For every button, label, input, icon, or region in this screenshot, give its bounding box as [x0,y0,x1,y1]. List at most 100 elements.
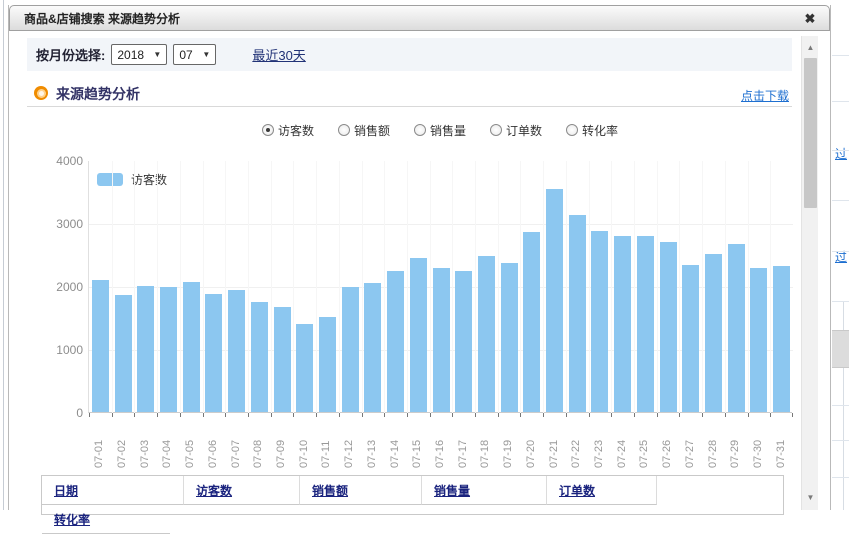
table-header-cell: 转化率 [42,505,170,534]
bar-07-14[interactable] [387,271,404,412]
bar-07-27[interactable] [682,265,699,412]
year-select[interactable]: 2018 ▼ [111,44,167,65]
x-tick [362,413,363,417]
bar-07-21[interactable] [546,189,563,412]
x-tick [316,413,317,417]
bar-07-24[interactable] [614,236,631,412]
x-tick-label: 07-02 [116,424,128,468]
scrollbar-thumb[interactable] [804,58,817,208]
bar-07-19[interactable] [501,263,518,412]
x-tick-label: 07-10 [298,424,310,468]
x-tick-label: 07-12 [343,424,355,468]
scrollbar-up-icon[interactable]: ▲ [802,40,819,56]
month-select[interactable]: 07 ▼ [173,44,216,65]
x-tick-label: 07-17 [457,424,469,468]
bar-07-10[interactable] [296,324,313,412]
v-gridline [384,161,385,413]
x-tick-label: 07-23 [593,424,605,468]
v-gridline [589,161,590,413]
scrollbar-down-icon[interactable]: ▼ [802,490,819,506]
section-bullet-icon [34,86,48,100]
x-axis: 07-0107-0207-0307-0407-0507-0607-0707-08… [88,421,792,471]
recent-30-days-link[interactable]: 最近30天 [252,45,305,64]
radio-icon[interactable] [566,124,578,136]
dialog-titlebar: 商品&店铺搜索 来源趋势分析 ✖ [9,5,830,31]
plot-area: 访客数 [88,161,792,413]
bar-07-11[interactable] [319,317,336,412]
x-tick-label: 07-27 [684,424,696,468]
bar-07-06[interactable] [205,294,222,412]
bar-07-26[interactable] [660,242,677,412]
x-tick-label: 07-11 [320,424,332,468]
metric-radio-销售量[interactable]: 销售量 [414,122,466,139]
metric-radio-订单数[interactable]: 订单数 [490,122,542,139]
v-gridline [611,161,612,413]
metric-radio-转化率[interactable]: 转化率 [566,122,618,139]
radio-icon[interactable] [490,124,502,136]
table-header-cell: 日期 [42,476,184,505]
x-tick [770,413,771,417]
bar-07-31[interactable] [773,266,790,412]
close-icon[interactable]: ✖ [801,10,819,28]
bar-07-29[interactable] [728,244,745,412]
bar-07-30[interactable] [750,268,767,412]
bar-07-18[interactable] [478,256,495,412]
x-tick [134,413,135,417]
bar-07-01[interactable] [92,280,109,412]
background-grid-line [832,55,849,56]
y-tick-label: 0 [37,406,83,420]
bar-07-25[interactable] [637,236,654,412]
bar-07-28[interactable] [705,254,722,412]
background-clipped-link[interactable]: 过 [835,145,847,162]
vertical-scrollbar[interactable]: ▲ ▼ [801,36,818,510]
summary-table: 日期访客数销售额销售量订单数转化率 [41,475,784,515]
bar-07-13[interactable] [364,283,381,412]
radio-icon[interactable] [262,124,274,136]
metric-radio-访客数[interactable]: 访客数 [262,122,314,139]
table-header-link-访客数[interactable]: 访客数 [196,482,232,499]
bar-07-09[interactable] [274,307,291,412]
download-link[interactable]: 点击下载 [741,87,789,104]
v-gridline [271,161,272,413]
metric-radio-销售额[interactable]: 销售额 [338,122,390,139]
x-tick [702,413,703,417]
bar-07-03[interactable] [137,286,154,412]
x-tick [339,413,340,417]
table-header-link-销售额[interactable]: 销售额 [312,482,348,499]
x-tick-label: 07-25 [638,424,650,468]
x-tick [271,413,272,417]
table-header-cell: 访客数 [184,476,300,505]
bar-07-02[interactable] [115,295,132,412]
x-tick [407,413,408,417]
bar-07-17[interactable] [455,271,472,412]
trend-analysis-dialog: 商品&店铺搜索 来源趋势分析 ✖ 按月份选择: 2018 ▼ 07 ▼ 最近30… [8,5,831,510]
metric-radio-group: 访客数 销售额 销售量 订单数 转化率 [88,121,792,139]
year-select-value: 2018 [117,48,144,62]
metric-radio-label: 订单数 [506,122,542,139]
table-header-link-订单数[interactable]: 订单数 [559,482,595,499]
x-tick-label: 07-07 [230,424,242,468]
v-gridline [748,161,749,413]
x-tick-label: 07-09 [275,424,287,468]
v-gridline [362,161,363,413]
bar-07-23[interactable] [591,231,608,412]
radio-icon[interactable] [414,124,426,136]
bar-07-07[interactable] [228,290,245,412]
table-header-link-日期[interactable]: 日期 [54,482,78,499]
x-tick-label: 07-16 [434,424,446,468]
table-header-link-销售量[interactable]: 销售量 [434,482,470,499]
bar-07-04[interactable] [160,287,177,412]
bar-07-22[interactable] [569,215,586,412]
radio-icon[interactable] [338,124,350,136]
bar-07-05[interactable] [183,282,200,412]
bar-07-20[interactable] [523,232,540,412]
month-filter-bar: 按月份选择: 2018 ▼ 07 ▼ 最近30天 [27,38,792,71]
bar-07-08[interactable] [251,302,268,412]
x-tick [748,413,749,417]
bar-07-16[interactable] [433,268,450,412]
table-header-link-转化率[interactable]: 转化率 [54,511,90,528]
x-tick [430,413,431,417]
section-title: 来源趋势分析 [56,84,140,104]
bar-07-12[interactable] [342,287,359,412]
bar-07-15[interactable] [410,258,427,412]
